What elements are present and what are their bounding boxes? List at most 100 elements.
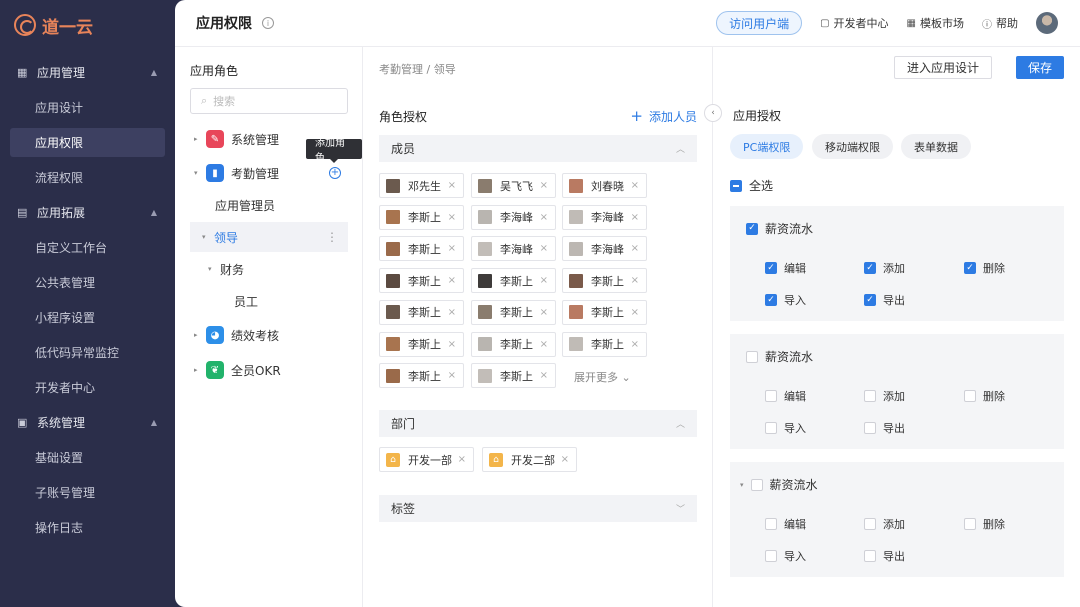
member-chip[interactable]: 李斯上 × <box>379 331 464 357</box>
close-icon[interactable]: × <box>448 243 456 254</box>
permission-item[interactable]: 编辑 <box>765 388 806 404</box>
tree-item-finance[interactable]: ▾ 财务 <box>175 254 363 284</box>
group-checkbox[interactable] <box>746 350 758 363</box>
member-chip[interactable]: 刘春晓 × <box>562 173 647 198</box>
member-chip[interactable]: 李斯上 × <box>562 268 647 294</box>
group-checkbox[interactable]: ✓ <box>746 222 758 235</box>
permission-checkbox[interactable] <box>964 390 976 402</box>
permission-checkbox[interactable] <box>864 422 876 434</box>
close-icon[interactable]: × <box>540 370 548 381</box>
tree-item-leader[interactable]: ▾ 领导 ⋮ <box>190 222 348 252</box>
member-chip[interactable]: 李斯上 × <box>379 268 464 294</box>
permission-item[interactable]: ✓ 删除 <box>964 260 1005 276</box>
tree-item-admin[interactable]: 应用管理员 <box>175 190 363 220</box>
permission-checkbox[interactable]: ✓ <box>765 262 777 274</box>
permission-checkbox[interactable] <box>765 518 777 530</box>
permission-item[interactable]: 导入 <box>765 420 806 436</box>
close-icon[interactable]: × <box>540 339 548 350</box>
member-chip[interactable]: 李斯上 × <box>379 299 464 325</box>
member-chip[interactable]: 李海峰 × <box>562 204 647 230</box>
select-all-checkbox[interactable] <box>730 179 742 192</box>
close-icon[interactable]: × <box>540 180 548 191</box>
show-more-button[interactable]: 展开更多 ⌄ <box>574 369 631 385</box>
permission-checkbox[interactable] <box>864 518 876 530</box>
permission-checkbox[interactable] <box>765 390 777 402</box>
member-chip[interactable]: 李斯上 × <box>562 331 647 357</box>
close-icon[interactable]: × <box>540 212 548 223</box>
template-market-link[interactable]: ▦ 模板市场 <box>907 15 964 31</box>
member-chip[interactable]: 李海峰 × <box>562 236 647 262</box>
close-icon[interactable]: × <box>540 307 548 318</box>
nav-group-app-manage[interactable]: ▦ 应用管理 ▲ <box>0 55 175 90</box>
sidebar-item-app-design[interactable]: 应用设计 <box>0 90 175 125</box>
department-section-header[interactable]: 部门 ︿ <box>379 410 697 437</box>
permission-item[interactable]: 导入 <box>765 548 806 564</box>
member-chip[interactable]: 李海峰 × <box>471 236 556 262</box>
member-chip[interactable]: 邓先生 × <box>379 173 464 198</box>
sidebar-item-basic-settings[interactable]: 基础设置 <box>0 440 175 475</box>
sidebar-item-operation-log[interactable]: 操作日志 <box>0 510 175 545</box>
permission-item[interactable]: 导出 <box>864 548 905 564</box>
department-chip[interactable]: ⌂ 开发一部 × <box>379 447 474 472</box>
permission-checkbox[interactable]: ✓ <box>765 294 777 306</box>
close-icon[interactable]: × <box>631 275 639 286</box>
permission-item[interactable]: ✓ 导入 <box>765 292 806 308</box>
permission-checkbox[interactable]: ✓ <box>864 294 876 306</box>
close-icon[interactable]: × <box>540 243 548 254</box>
member-chip[interactable]: 李斯上 × <box>379 363 464 389</box>
close-icon[interactable]: × <box>631 243 639 254</box>
member-chip[interactable]: 李斯上 × <box>562 299 647 325</box>
save-button[interactable]: 保存 <box>1016 56 1064 79</box>
sidebar-item-lowcode-monitor[interactable]: 低代码异常监控 <box>0 335 175 370</box>
help-link[interactable]: ⓘ 帮助 <box>982 15 1018 31</box>
group-checkbox[interactable] <box>750 478 763 491</box>
tag-section-header[interactable]: 标签 ﹀ <box>379 495 697 522</box>
member-chip[interactable]: 李斯上 × <box>379 204 464 230</box>
permission-item[interactable]: 删除 <box>964 388 1005 404</box>
select-all[interactable]: 全选 <box>730 177 773 194</box>
sidebar-item-sub-accounts[interactable]: 子账号管理 <box>0 475 175 510</box>
permission-group-header[interactable]: ✓ 薪资流水 <box>746 220 813 237</box>
tree-item-okr[interactable]: ▸ ❦ 全员OKR <box>175 355 363 385</box>
sidebar-item-app-permission[interactable]: 应用权限 <box>10 128 165 157</box>
enter-app-design-button[interactable]: 进入应用设计 <box>893 56 992 79</box>
search-input[interactable]: ⌕ 搜索 <box>190 88 348 114</box>
permission-checkbox[interactable] <box>765 422 777 434</box>
tree-item-performance[interactable]: ▸ ◕ 绩效考核 <box>175 320 363 350</box>
avatar[interactable] <box>1036 12 1058 34</box>
member-chip[interactable]: 李斯上 × <box>471 268 556 294</box>
permission-group-header[interactable]: ▾ 薪资流水 <box>740 476 818 493</box>
info-icon[interactable]: i <box>262 17 274 29</box>
more-icon[interactable]: ⋮ <box>326 230 338 244</box>
permission-checkbox[interactable] <box>864 550 876 562</box>
developer-center-link[interactable]: ▢ 开发者中心 <box>820 15 888 31</box>
add-role-icon[interactable]: + <box>329 167 341 179</box>
sidebar-item-miniprogram[interactable]: 小程序设置 <box>0 300 175 335</box>
sidebar-item-developer[interactable]: 开发者中心 <box>0 370 175 405</box>
permission-group-header[interactable]: 薪资流水 <box>746 348 813 365</box>
nav-group-app-extend[interactable]: ▤ 应用拓展 ▲ <box>0 195 175 230</box>
permission-checkbox[interactable] <box>765 550 777 562</box>
member-chip[interactable]: 李斯上 × <box>379 236 464 262</box>
close-icon[interactable]: × <box>448 275 456 286</box>
member-chip[interactable]: 李斯上 × <box>471 331 556 357</box>
close-icon[interactable]: × <box>448 339 456 350</box>
permission-checkbox[interactable] <box>864 390 876 402</box>
close-icon[interactable]: × <box>561 454 569 465</box>
permission-checkbox[interactable] <box>964 518 976 530</box>
close-icon[interactable]: × <box>448 370 456 381</box>
department-chip[interactable]: ⌂ 开发二部 × <box>482 447 577 472</box>
permission-item[interactable]: 编辑 <box>765 516 806 532</box>
permission-item[interactable]: ✓ 编辑 <box>765 260 806 276</box>
close-icon[interactable]: × <box>448 307 456 318</box>
logo[interactable]: 道一云 <box>0 0 175 50</box>
close-icon[interactable]: × <box>631 307 639 318</box>
tree-item-staff[interactable]: 员工 <box>175 286 363 316</box>
collapse-icon[interactable]: ‹ <box>704 104 722 122</box>
permission-item[interactable]: 删除 <box>964 516 1005 532</box>
tab-pc-permission[interactable]: PC端权限 <box>730 134 804 159</box>
add-member-button[interactable]: + 添加人员 <box>630 107 697 125</box>
sidebar-item-flow-permission[interactable]: 流程权限 <box>0 160 175 195</box>
sidebar-item-workbench[interactable]: 自定义工作台 <box>0 230 175 265</box>
close-icon[interactable]: × <box>631 212 639 223</box>
